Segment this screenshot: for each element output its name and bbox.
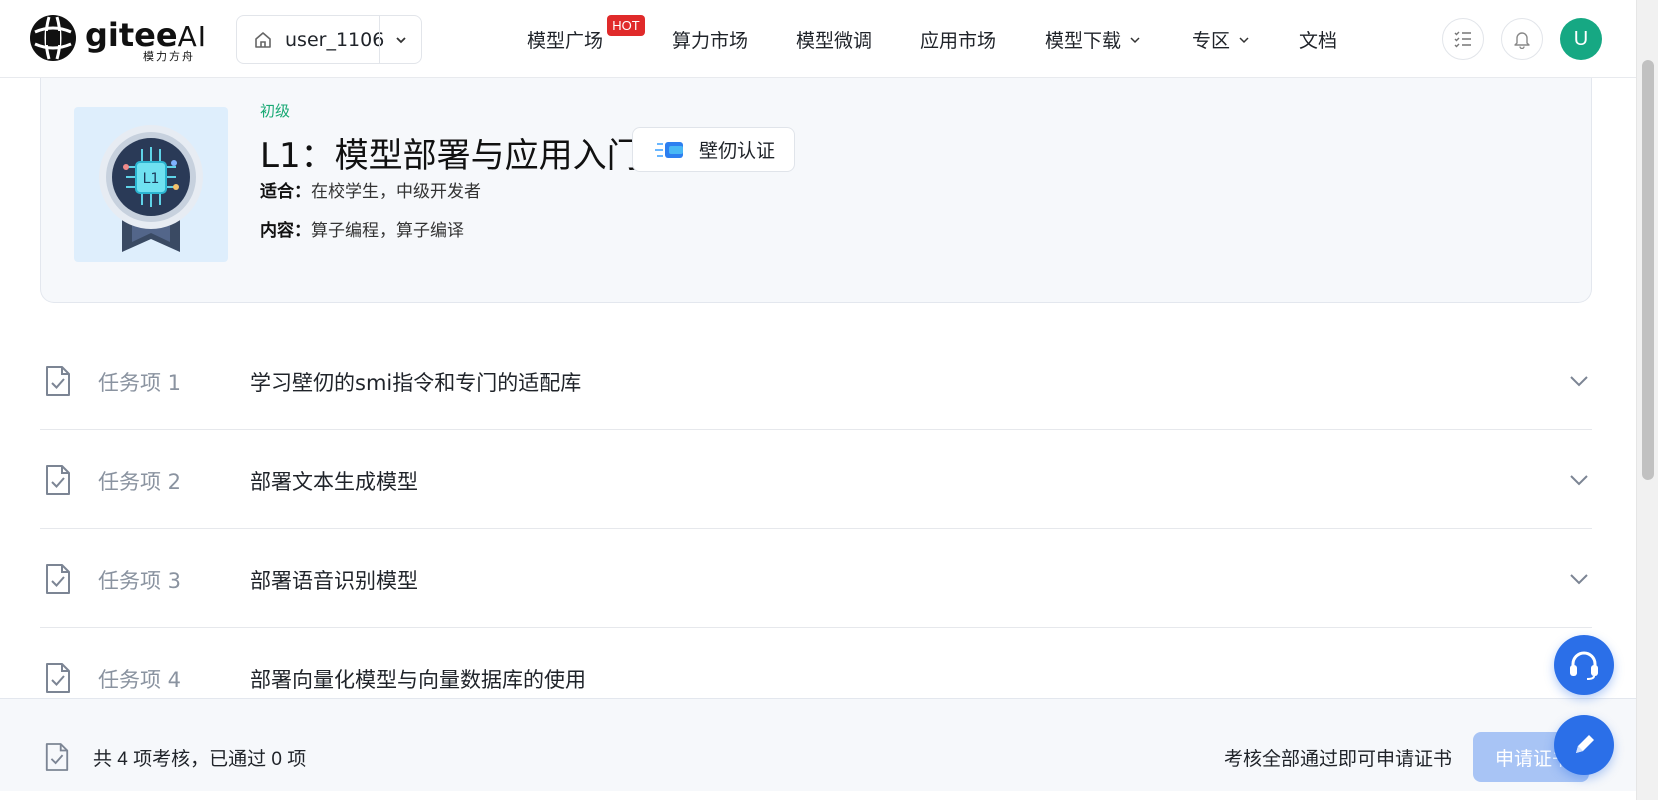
user-avatar[interactable]: U: [1560, 18, 1602, 60]
top-header: giteeAI 模力方舟 user_1106 模型广场 HOT 算力市场 模型微…: [0, 0, 1636, 78]
certification-button[interactable]: 壁仞认证: [632, 127, 795, 172]
nav-docs[interactable]: 文档: [1299, 26, 1337, 53]
nav-model-square[interactable]: 模型广场: [527, 26, 603, 53]
nav-model-finetune[interactable]: 模型微调: [796, 26, 872, 53]
nav-model-download-label: 模型下载: [1045, 31, 1122, 52]
task-list-button[interactable]: [1442, 18, 1484, 60]
taskbar-strip: [0, 791, 1636, 800]
nav-zone[interactable]: 专区: [1192, 26, 1250, 53]
content-key: 内容：: [260, 221, 311, 240]
task-row[interactable]: 任务项 2 部署文本生成模型: [40, 431, 1592, 529]
course-card: L1 初级 L1：模型部署与应用入门 壁仞认证 适合：在校学生，中级开发者 内容…: [40, 70, 1592, 303]
chevron-down-icon[interactable]: [1568, 370, 1590, 392]
scrollbar-thumb[interactable]: [1642, 60, 1654, 480]
course-audience: 适合：在校学生，中级开发者: [260, 177, 481, 202]
task-doc-check-icon: [46, 564, 70, 594]
assessment-summary: 共 4 项考核，已通过 0 项: [93, 749, 307, 770]
task-doc-check-icon: [46, 465, 70, 495]
chip-medal-icon: L1: [99, 125, 203, 252]
bell-icon: [1514, 32, 1530, 49]
hot-badge: HOT: [607, 15, 645, 36]
task-doc-check-icon: [45, 743, 69, 771]
nav-compute-market[interactable]: 算力市场: [672, 26, 748, 53]
task-title: 学习壁仞的smi指令和专门的适配库: [250, 371, 582, 395]
chevron-down-icon: [1130, 36, 1140, 43]
course-badge-image: L1: [74, 107, 228, 262]
task-title: 部署文本生成模型: [250, 470, 418, 494]
nav-compute-market-label: 算力市场: [672, 31, 749, 52]
nav-app-market-label: 应用市场: [920, 31, 997, 52]
task-title: 部署语音识别模型: [250, 569, 418, 593]
nav-zone-label: 专区: [1192, 31, 1231, 52]
certification-label: 壁仞认证: [699, 141, 776, 162]
task-row[interactable]: 任务项 1 学习壁仞的smi指令和专门的适配库: [40, 332, 1592, 430]
certificate-note: 考核全部通过即可申请证书: [1224, 749, 1453, 770]
assessment-footer: 共 4 项考核，已通过 0 项 考核全部通过即可申请证书 申请证书: [0, 698, 1636, 800]
chevron-down-icon: [1239, 36, 1249, 43]
checklist-icon: [1454, 31, 1471, 48]
task-doc-check-icon: [46, 366, 70, 396]
audience-key: 适合：: [260, 182, 311, 201]
task-doc-check-icon: [46, 663, 70, 693]
nav-docs-label: 文档: [1299, 31, 1338, 52]
task-row[interactable]: 任务项 3 部署语音识别模型: [40, 530, 1592, 628]
headset-icon: [1570, 651, 1598, 680]
task-index: 任务项 1: [98, 371, 182, 395]
customer-support-button[interactable]: [1554, 635, 1614, 695]
course-content: 内容：算子编程，算子编译: [260, 216, 464, 241]
notifications-button[interactable]: [1501, 18, 1543, 60]
main-nav: 模型广场 HOT 算力市场 模型微调 应用市场 模型下载 专区 文档: [0, 0, 1636, 78]
nav-model-finetune-label: 模型微调: [796, 31, 873, 52]
task-title: 部署向量化模型与向量数据库的使用: [250, 668, 586, 692]
chevron-down-icon[interactable]: [1568, 469, 1590, 491]
nav-app-market[interactable]: 应用市场: [920, 26, 996, 53]
task-index: 任务项 2: [98, 470, 182, 494]
course-level-tag: 初级: [260, 103, 291, 120]
badge-level-text: L1: [143, 171, 160, 187]
feedback-edit-button[interactable]: [1554, 715, 1614, 775]
course-title: L1：模型部署与应用入门: [260, 136, 641, 176]
task-index: 任务项 4: [98, 668, 182, 692]
pencil-icon: [1576, 735, 1594, 753]
nav-model-square-label: 模型广场: [527, 31, 604, 52]
task-index: 任务项 3: [98, 569, 182, 593]
chevron-down-icon[interactable]: [1568, 568, 1590, 590]
page-scrollbar[interactable]: [1636, 0, 1658, 800]
biren-logo-icon: [655, 141, 683, 158]
nav-model-download[interactable]: 模型下载: [1045, 26, 1141, 53]
content-value: 算子编程，算子编译: [311, 221, 464, 240]
audience-value: 在校学生，中级开发者: [311, 182, 481, 201]
